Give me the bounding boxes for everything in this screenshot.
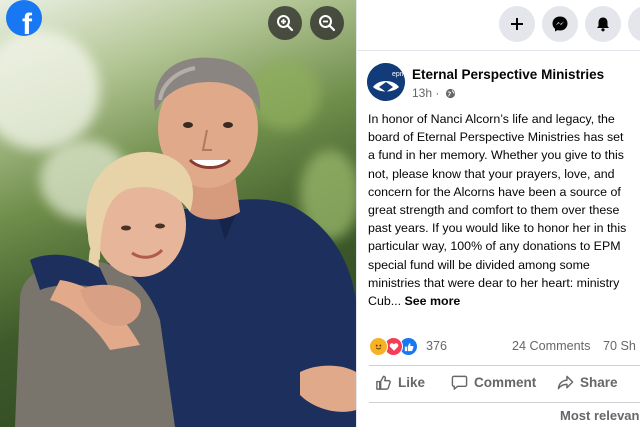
zoom-in-icon bbox=[277, 15, 294, 32]
notifications-button[interactable] bbox=[585, 6, 621, 42]
care-reaction-icon bbox=[369, 337, 388, 356]
post-text-last-line: Cub... See more bbox=[368, 292, 640, 310]
couple-photo bbox=[15, 57, 356, 427]
post-body: In honor of Nanci Alcorn’s life and lega… bbox=[368, 110, 640, 310]
top-action-bar bbox=[357, 6, 640, 46]
page-name-link[interactable]: Eternal Perspective Ministries bbox=[412, 67, 604, 82]
zoom-out-icon bbox=[319, 15, 336, 32]
header-divider bbox=[357, 50, 640, 51]
post-text-truncated: Cub... bbox=[368, 294, 402, 309]
zoom-out-button[interactable] bbox=[310, 6, 344, 40]
avatar-text: epm bbox=[392, 71, 405, 78]
share-icon bbox=[557, 375, 574, 390]
bell-icon bbox=[597, 17, 609, 32]
post-text-line: past years. If you would like to honor h… bbox=[368, 221, 627, 236]
reaction-icons[interactable] bbox=[369, 337, 425, 357]
epm-logo-icon: epm bbox=[367, 63, 405, 101]
create-button[interactable] bbox=[499, 6, 535, 42]
globe-icon bbox=[445, 88, 455, 99]
comment-button[interactable]: Comment bbox=[451, 374, 536, 391]
post-text-line: not, please know that your prayers, love… bbox=[368, 166, 615, 181]
reaction-count[interactable]: 376 bbox=[426, 339, 447, 353]
zoom-in-button[interactable] bbox=[268, 6, 302, 40]
photo-viewer[interactable]: f bbox=[0, 0, 356, 427]
facebook-logo[interactable]: f bbox=[6, 0, 42, 36]
like-button[interactable]: Like bbox=[375, 374, 425, 391]
facebook-logo-glyph: f bbox=[22, 8, 32, 37]
messenger-icon bbox=[552, 16, 568, 32]
post-text-line: ministries that were dear to her heart: … bbox=[368, 275, 620, 290]
like-label: Like bbox=[398, 375, 426, 390]
post-actions: Like Comment Share bbox=[357, 372, 640, 398]
comment-label: Comment bbox=[474, 375, 537, 390]
reactions-summary: 376 24 Comments 70 Sh bbox=[369, 336, 640, 358]
post-text-line: great strength and comfort to them over … bbox=[368, 203, 620, 218]
post-text-line: special fund will be divided among some bbox=[368, 257, 590, 272]
post-text-line: a fund in her memory. Whether you give t… bbox=[368, 148, 624, 163]
see-more-link[interactable]: See more bbox=[405, 294, 461, 308]
messenger-button[interactable] bbox=[542, 6, 578, 42]
account-button[interactable] bbox=[628, 6, 640, 42]
page-avatar[interactable]: epm bbox=[367, 63, 405, 101]
post-text-line: In honor of Nanci Alcorn’s life and lega… bbox=[368, 112, 615, 126]
post-text-line: particular way, 100% of any donations to… bbox=[368, 239, 621, 254]
post-timestamp[interactable]: 13h bbox=[412, 86, 432, 100]
comment-icon bbox=[451, 375, 468, 390]
comments-count[interactable]: 24 Comments bbox=[512, 339, 590, 353]
post-text-line: board of Eternal Perspective Ministries … bbox=[368, 130, 624, 145]
comment-sort-dropdown[interactable]: Most relevan bbox=[560, 408, 639, 423]
post-meta: 13h · bbox=[412, 86, 456, 100]
post-header: epm Eternal Perspective Ministries 13h · bbox=[367, 63, 640, 103]
shares-count[interactable]: 70 Sh bbox=[603, 339, 636, 353]
plus-icon bbox=[511, 18, 523, 30]
share-button[interactable]: Share bbox=[557, 374, 618, 391]
comments-divider bbox=[369, 402, 640, 403]
share-label: Share bbox=[580, 375, 618, 390]
action-divider bbox=[369, 365, 640, 366]
like-icon bbox=[376, 375, 391, 390]
post-text-line: concern for the Alcorns have been a sour… bbox=[368, 184, 621, 199]
post-panel: epm Eternal Perspective Ministries 13h ·… bbox=[356, 0, 640, 427]
